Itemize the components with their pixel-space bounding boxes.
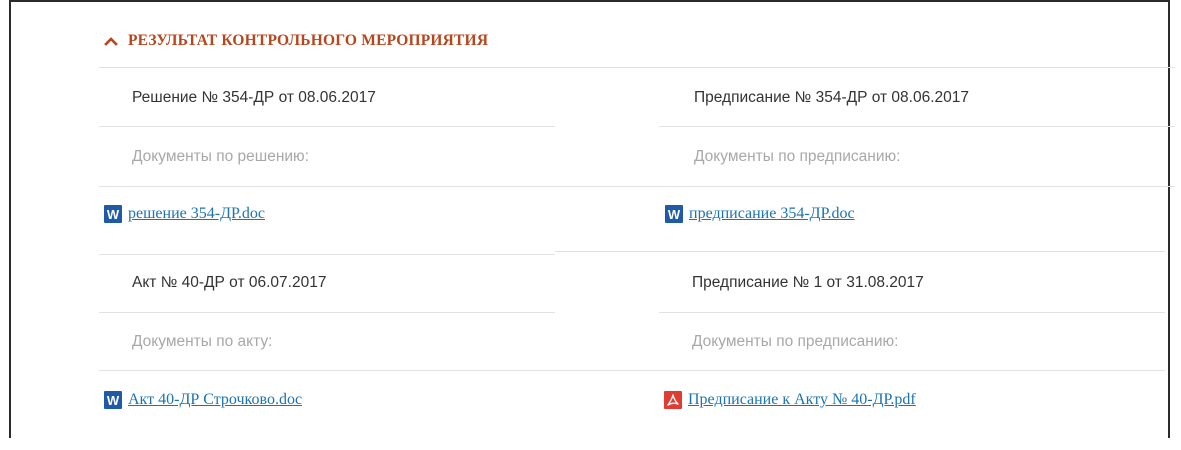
word-icon: W — [104, 205, 122, 223]
divider — [99, 370, 1165, 371]
divider — [99, 126, 555, 127]
divider — [99, 67, 1175, 68]
document-title: Предписание № 1 от 31.08.2017 — [692, 274, 924, 291]
document-title: Акт № 40-ДР от 06.07.2017 — [132, 274, 327, 291]
divider — [99, 186, 1175, 187]
section-toggle[interactable]: РЕЗУЛЬТАТ КОНТРОЛЬНОГО МЕРОПРИЯТИЯ — [104, 31, 488, 51]
documents-label: Документы по решению: — [132, 148, 309, 165]
word-icon: W — [104, 391, 122, 409]
divider — [659, 312, 1165, 313]
documents-label: Документы по предписанию: — [692, 333, 899, 350]
file-link[interactable]: решение 354-ДР.doc — [128, 205, 265, 223]
document-title: Решение № 354-ДР от 08.06.2017 — [132, 89, 376, 106]
documents-label: Документы по предписанию: — [694, 148, 901, 165]
documents-label: Документы по акту: — [132, 333, 273, 350]
divider — [555, 251, 1165, 252]
pdf-icon — [664, 391, 682, 409]
file-link[interactable]: Акт 40-ДР Строчково.doc — [128, 391, 302, 409]
word-icon: W — [665, 205, 683, 223]
file-link-row[interactable]: Предписание к Акту № 40-ДР.pdf — [664, 391, 916, 409]
document-title: Предписание № 354-ДР от 08.06.2017 — [694, 89, 970, 106]
file-link[interactable]: предписание 354-ДР.doc — [689, 205, 855, 223]
divider — [99, 312, 555, 313]
section-title: РЕЗУЛЬТАТ КОНТРОЛЬНОГО МЕРОПРИЯТИЯ — [128, 32, 489, 49]
chevron-up-icon — [104, 37, 118, 46]
divider — [99, 254, 555, 255]
file-link-row[interactable]: W решение 354-ДР.doc — [104, 205, 265, 223]
file-link-row[interactable]: W Акт 40-ДР Строчково.doc — [104, 391, 302, 409]
file-link[interactable]: Предписание к Акту № 40-ДР.pdf — [688, 391, 916, 409]
file-link-row[interactable]: W предписание 354-ДР.doc — [665, 205, 855, 223]
divider — [659, 126, 1175, 127]
